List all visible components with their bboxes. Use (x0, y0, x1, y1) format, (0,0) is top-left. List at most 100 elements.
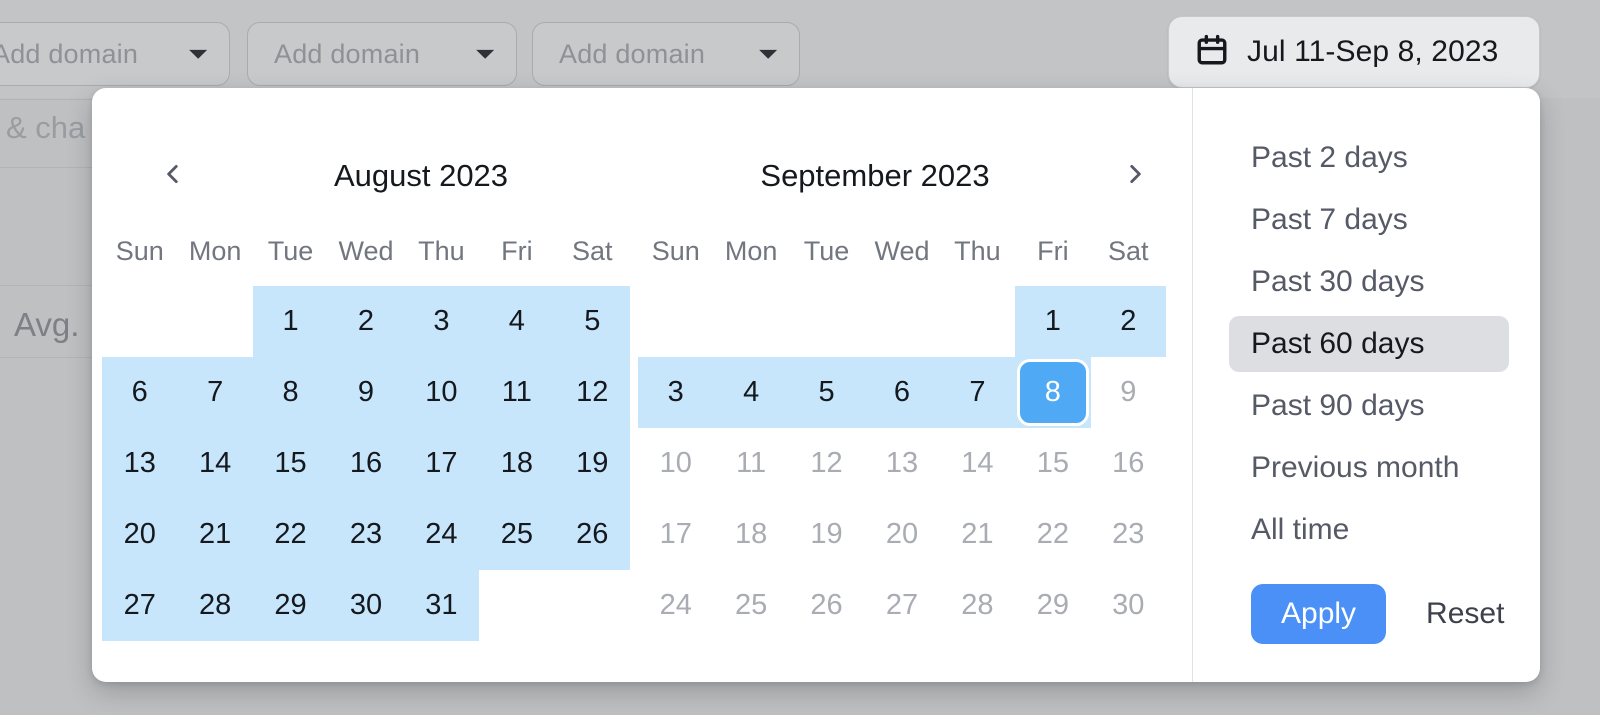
day-number: 12 (576, 376, 609, 408)
apply-button[interactable]: Apply (1251, 584, 1387, 644)
day-cell[interactable]: 2 (1090, 286, 1167, 357)
day-cell: 14 (940, 428, 1015, 499)
day-cell[interactable]: 17 (403, 428, 480, 499)
weekday-header-mon: Mon (724, 236, 778, 266)
day-number: 23 (1112, 518, 1145, 550)
picker-actions: Apply Reset (1251, 584, 1510, 644)
day-cell[interactable]: 26 (554, 499, 631, 570)
day-cell[interactable]: 9 (328, 357, 405, 428)
day-cell[interactable]: 27 (102, 570, 178, 641)
day-cell[interactable]: 15 (252, 428, 329, 499)
day-number: 18 (735, 518, 768, 550)
day-cell: 22 (1015, 499, 1090, 570)
day-cell[interactable]: 3 (403, 286, 480, 357)
day-number: 20 (123, 518, 156, 550)
day-number: 24 (659, 589, 692, 621)
day-cell[interactable]: 1 (252, 286, 329, 357)
day-cell[interactable]: 13 (102, 428, 178, 499)
day-number: 2 (1120, 305, 1137, 337)
day-cell: 16 (1091, 428, 1166, 499)
preset-past-90-days[interactable]: Past 90 days (1229, 378, 1509, 434)
next-month-button[interactable] (1108, 149, 1162, 203)
preset-past-30-days[interactable]: Past 30 days (1229, 254, 1509, 310)
weekday-header-sat: Sat (1108, 236, 1149, 266)
chevron-right-icon (1122, 157, 1148, 196)
day-cell[interactable]: 30 (328, 570, 405, 641)
day-cell[interactable]: 4 (479, 286, 555, 357)
reset-button[interactable]: Reset (1420, 593, 1510, 635)
day-cell[interactable]: 21 (177, 499, 254, 570)
day-cell[interactable]: 1 (1015, 286, 1091, 357)
day-number: 27 (123, 589, 156, 621)
domain-selector-3[interactable]: Add domain ⏷ (532, 22, 800, 86)
day-cell-empty (177, 286, 252, 357)
day-cell[interactable]: 23 (328, 499, 405, 570)
day-cell: 11 (713, 428, 788, 499)
day-cell[interactable]: 24 (403, 499, 480, 570)
day-cell[interactable]: 12 (554, 357, 631, 428)
date-range-button[interactable]: Jul 11-Sep 8, 2023 (1168, 16, 1540, 88)
day-number: 28 (961, 589, 994, 621)
domain-selector-2[interactable]: Add domain ⏷ (247, 22, 517, 86)
day-number: 25 (500, 518, 533, 550)
previous-month-button[interactable] (146, 149, 200, 203)
day-cell: 26 (789, 570, 864, 641)
day-cell[interactable]: 8 (1015, 357, 1091, 428)
day-cell: 30 (1091, 570, 1166, 641)
day-cell-empty (864, 286, 939, 357)
day-cell[interactable]: 29 (252, 570, 329, 641)
day-cell[interactable]: 6 (102, 357, 178, 428)
day-cell: 10 (638, 428, 713, 499)
day-cell[interactable]: 5 (788, 357, 865, 428)
day-cell: 15 (1015, 428, 1090, 499)
preset-past-7-days[interactable]: Past 7 days (1229, 192, 1509, 248)
day-cell[interactable]: 28 (177, 570, 254, 641)
day-cell[interactable]: 6 (864, 357, 941, 428)
day-cell-empty (940, 286, 1015, 357)
day-number: 2 (357, 305, 375, 337)
day-cell[interactable]: 22 (252, 499, 329, 570)
day-cell[interactable]: 4 (713, 357, 790, 428)
day-cell-empty (102, 286, 177, 357)
day-number: 31 (425, 589, 458, 621)
preset-previous-month[interactable]: Previous month (1229, 440, 1509, 496)
chevron-down-icon: ⏷ (476, 41, 494, 66)
day-number: 29 (274, 589, 307, 621)
day-cell[interactable]: 2 (328, 286, 405, 357)
day-number: 9 (357, 376, 375, 408)
day-number: 3 (667, 376, 684, 408)
day-number: 18 (500, 447, 533, 479)
preset-past-2-days[interactable]: Past 2 days (1229, 130, 1509, 186)
weekday-header-wed: Wed (874, 236, 930, 266)
day-number: 9 (1120, 376, 1137, 408)
day-cell[interactable]: 25 (479, 499, 555, 570)
day-number: 4 (743, 376, 760, 408)
day-cell[interactable]: 7 (177, 357, 254, 428)
day-cell[interactable]: 14 (177, 428, 254, 499)
day-cell[interactable]: 31 (403, 570, 480, 641)
weekday-header-sun: Sun (651, 236, 700, 266)
day-cell[interactable]: 18 (479, 428, 555, 499)
day-number: 15 (274, 447, 307, 479)
day-cell[interactable]: 11 (479, 357, 555, 428)
domain-selector-1[interactable]: Add domain ⏷ (0, 22, 230, 86)
day-grid-september: 1 2 3 4 5 6 7 8 9 10 11 12 13 14 15 16 17 18 19 20 21 22 23 24 2… (638, 286, 1167, 641)
day-cell: 20 (864, 499, 939, 570)
day-cell[interactable]: 8 (252, 357, 329, 428)
day-cell: 27 (864, 570, 939, 641)
day-cell[interactable]: 5 (554, 286, 631, 357)
day-cell[interactable]: 7 (939, 357, 1016, 428)
preset-area: Past 2 days Past 7 days Past 30 days Past 6… (1192, 88, 1540, 682)
day-cell[interactable]: 10 (403, 357, 480, 428)
day-cell[interactable]: 3 (638, 357, 714, 428)
preset-all-time[interactable]: All time (1229, 502, 1509, 558)
day-number: 8 (282, 376, 299, 408)
day-number: 4 (508, 305, 525, 337)
preset-past-60-days[interactable]: Past 60 days (1229, 316, 1509, 372)
day-cell[interactable]: 16 (328, 428, 405, 499)
day-cell[interactable]: 20 (102, 499, 178, 570)
day-cell: 18 (713, 499, 788, 570)
day-cell: 12 (789, 428, 864, 499)
weekday-header-row-august: Sun Mon Tue Wed Thu Fri Sat (102, 228, 630, 274)
day-cell[interactable]: 19 (554, 428, 631, 499)
